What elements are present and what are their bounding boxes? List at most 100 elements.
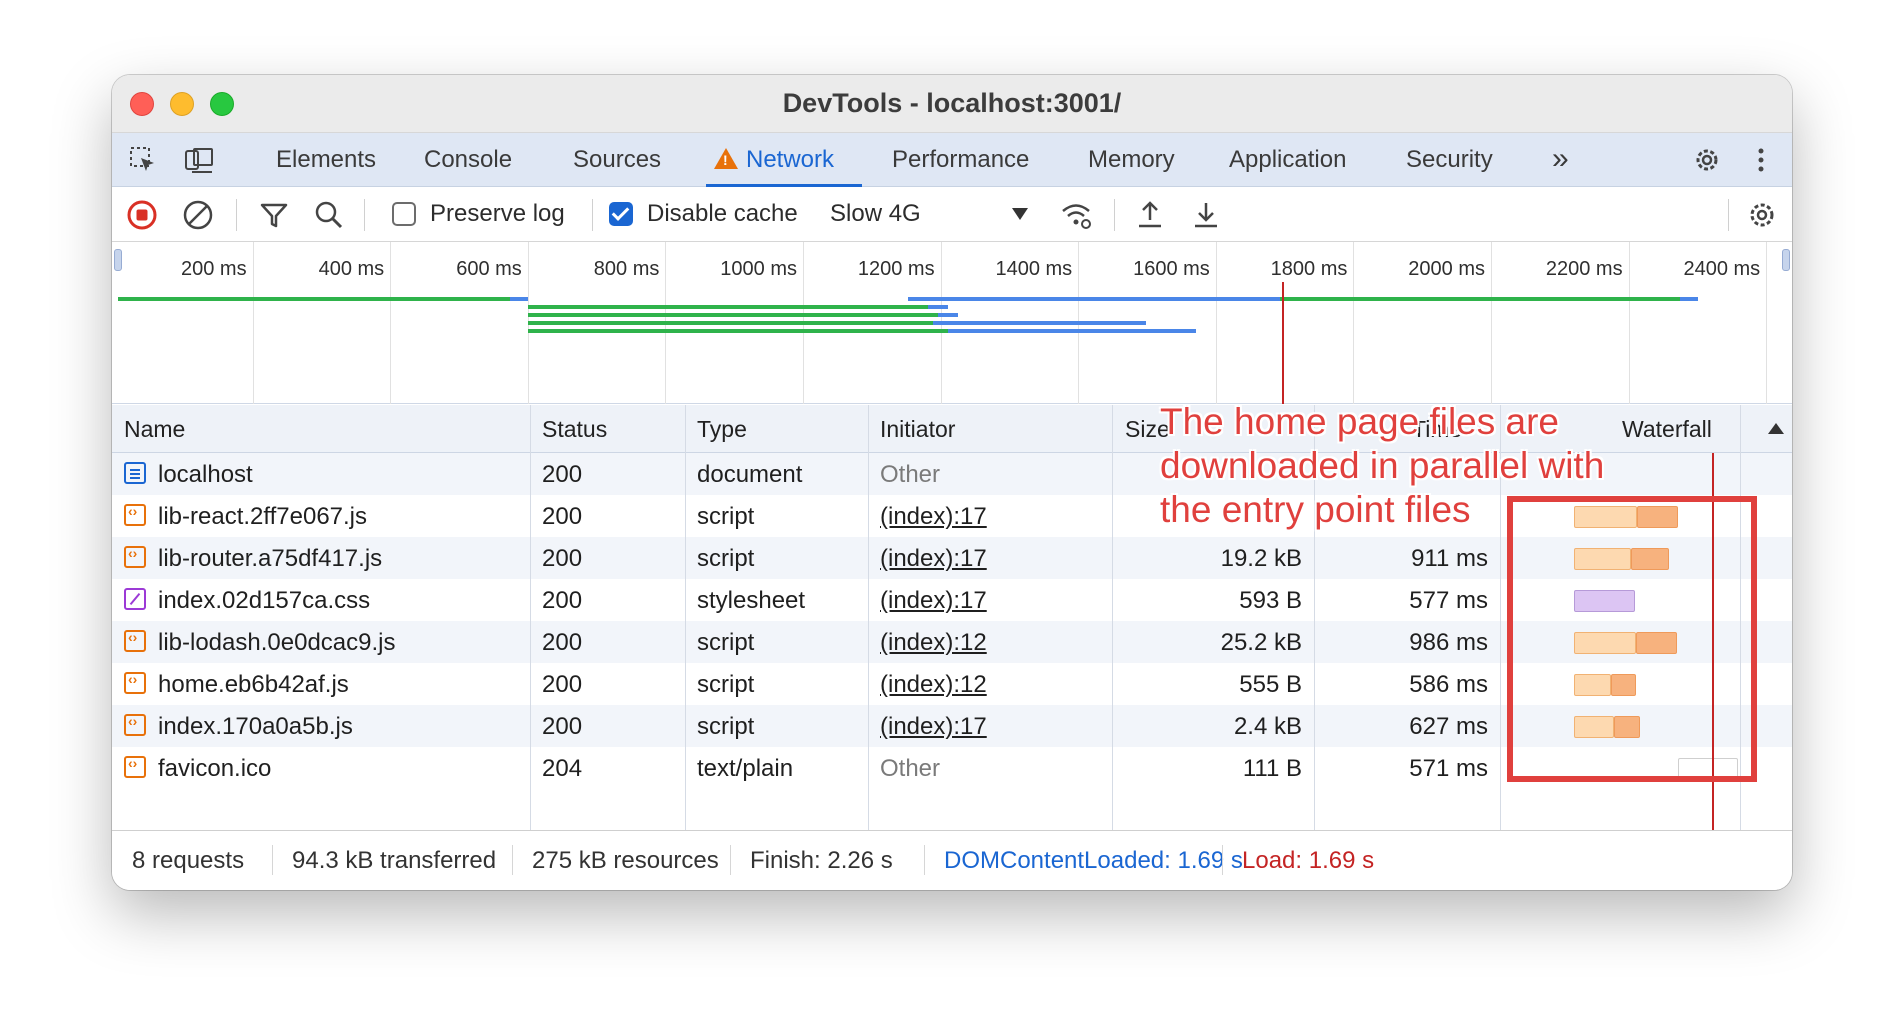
waterfall-bar[interactable] (1678, 758, 1738, 780)
overview-tick-label: 400 ms (318, 258, 385, 280)
overview-gridline (1491, 242, 1492, 404)
overview-load-line (1282, 282, 1284, 404)
row-initiator[interactable]: (index):12 (880, 629, 987, 657)
waterfall-bar-download[interactable] (1611, 674, 1636, 696)
toolbar-separator (1728, 199, 1729, 231)
row-size: 25.2 kB (1220, 629, 1302, 656)
sort-ascending-icon[interactable] (1768, 423, 1784, 434)
row-status: 200 (542, 671, 583, 698)
overview-request-bar (1680, 297, 1698, 301)
window-title: DevTools - localhost:3001/ (782, 88, 1122, 118)
waterfall-bar-waiting[interactable] (1574, 632, 1637, 654)
column-header-status[interactable]: Status (542, 416, 607, 443)
tab-console[interactable]: Console (424, 146, 512, 174)
row-time: 986 ms (1409, 629, 1488, 656)
throttling-select[interactable]: Slow 4G (830, 200, 921, 228)
table-row[interactable]: favicon.ico 204 text/plain Other 111 B 571 ms (112, 747, 1792, 789)
waterfall-bar-download[interactable] (1636, 632, 1678, 654)
column-header-type[interactable]: Type (697, 416, 747, 443)
settings-gear-icon[interactable] (1692, 145, 1722, 175)
network-conditions-icon[interactable] (1060, 199, 1092, 231)
row-status: 200 (542, 545, 583, 572)
column-divider (530, 405, 531, 830)
overview-request-bar (1280, 297, 1680, 301)
inspect-element-icon[interactable] (128, 145, 158, 175)
tab-application[interactable]: Application (1229, 146, 1346, 174)
table-row[interactable]: index.02d157ca.css 200 stylesheet (index):1… (112, 579, 1792, 621)
network-overview-timeline[interactable]: 200 ms 400 ms 600 ms 800 ms 1000 ms 1200 ms 14… (112, 242, 1792, 404)
toolbar-separator (592, 199, 593, 231)
waterfall-bar-waiting[interactable] (1574, 548, 1632, 570)
device-toolbar-icon[interactable] (184, 145, 214, 175)
disable-cache-label: Disable cache (647, 200, 798, 227)
search-icon[interactable] (313, 199, 345, 231)
icon-file-icon (124, 755, 146, 778)
network-status-bar: 8 requests 94.3 kB transferred 275 kB re… (112, 830, 1792, 890)
waterfall-bar-waiting[interactable] (1574, 716, 1614, 738)
filter-icon[interactable] (258, 199, 290, 231)
export-har-icon[interactable] (1190, 199, 1222, 231)
row-type: stylesheet (697, 587, 806, 614)
finish-time: Finish: 2.26 s (750, 847, 893, 874)
status-separator (512, 845, 513, 875)
row-name: favicon.ico (158, 755, 272, 782)
column-divider (1112, 405, 1113, 830)
overview-tick-label: 2200 ms (1545, 258, 1623, 280)
row-name: lib-router.a75df417.js (158, 545, 383, 572)
overview-request-bar (948, 329, 1196, 333)
network-settings-gear-icon[interactable] (1746, 199, 1778, 231)
row-initiator[interactable]: (index):12 (880, 671, 987, 699)
column-header-name[interactable]: Name (124, 416, 185, 443)
row-initiator: Other (880, 755, 941, 782)
column-header-waterfall[interactable]: Waterfall (1622, 416, 1712, 443)
tab-memory[interactable]: Memory (1088, 146, 1175, 174)
panel-tab-bar: Elements Console Sources Network Perform… (112, 133, 1792, 187)
waterfall-bar-download[interactable] (1613, 716, 1640, 738)
table-row[interactable]: index.170a0a5b.js 200 script (index):17 2.4 … (112, 705, 1792, 747)
row-size: 593 B (1239, 587, 1302, 614)
table-row[interactable]: lib-router.a75df417.js 200 script (index):1… (112, 537, 1792, 579)
clear-log-icon[interactable] (182, 199, 214, 231)
overview-gridline (1766, 242, 1768, 404)
script-icon (124, 671, 146, 694)
tab-elements[interactable]: Elements (276, 146, 376, 174)
stop-recording-icon[interactable] (126, 199, 158, 231)
tab-network[interactable]: Network (714, 146, 834, 174)
overview-right-handle[interactable] (1782, 249, 1790, 271)
table-row[interactable]: home.eb6b42af.js 200 script (index):12 555 B… (112, 663, 1792, 705)
waterfall-bar-waiting[interactable] (1574, 674, 1611, 696)
overview-request-bar (933, 321, 1146, 325)
waterfall-bar-download[interactable] (1636, 506, 1679, 528)
more-options-icon[interactable] (1746, 145, 1776, 175)
waterfall-load-line (1712, 453, 1714, 830)
disable-cache-checkbox[interactable] (609, 202, 633, 226)
row-type: script (697, 545, 755, 572)
overview-left-handle[interactable] (114, 249, 122, 271)
tab-performance[interactable]: Performance (892, 146, 1029, 174)
row-initiator[interactable]: (index):17 (880, 545, 987, 573)
overview-request-bar (528, 313, 938, 317)
row-initiator[interactable]: (index):17 (880, 587, 987, 615)
row-initiator[interactable]: (index):17 (880, 503, 987, 531)
overview-gridline (390, 242, 392, 404)
import-har-icon[interactable] (1134, 199, 1166, 231)
tab-sources[interactable]: Sources (573, 146, 661, 174)
overview-request-bar (118, 297, 510, 301)
tab-security[interactable]: Security (1406, 146, 1493, 174)
row-initiator[interactable]: (index):17 (880, 713, 987, 741)
more-tabs-button[interactable]: » (1552, 142, 1569, 176)
toolbar-separator (1114, 199, 1115, 231)
waterfall-bar[interactable] (1574, 590, 1635, 612)
column-header-initiator[interactable]: Initiator (880, 416, 955, 443)
preserve-log-checkbox[interactable] (392, 202, 416, 226)
title-bar: DevTools - localhost:3001/ (112, 75, 1792, 133)
waterfall-bar-download[interactable] (1631, 548, 1670, 570)
row-type: script (697, 671, 755, 698)
overview-request-bar (528, 329, 948, 333)
overview-gridline (252, 242, 254, 404)
chevron-down-icon[interactable] (1012, 208, 1028, 220)
overview-tick-label: 1800 ms (1270, 258, 1348, 280)
row-type: script (697, 629, 755, 656)
overview-tick-label: 200 ms (181, 258, 247, 280)
table-row[interactable]: lib-lodash.0e0dcac9.js 200 script (index):1… (112, 621, 1792, 663)
